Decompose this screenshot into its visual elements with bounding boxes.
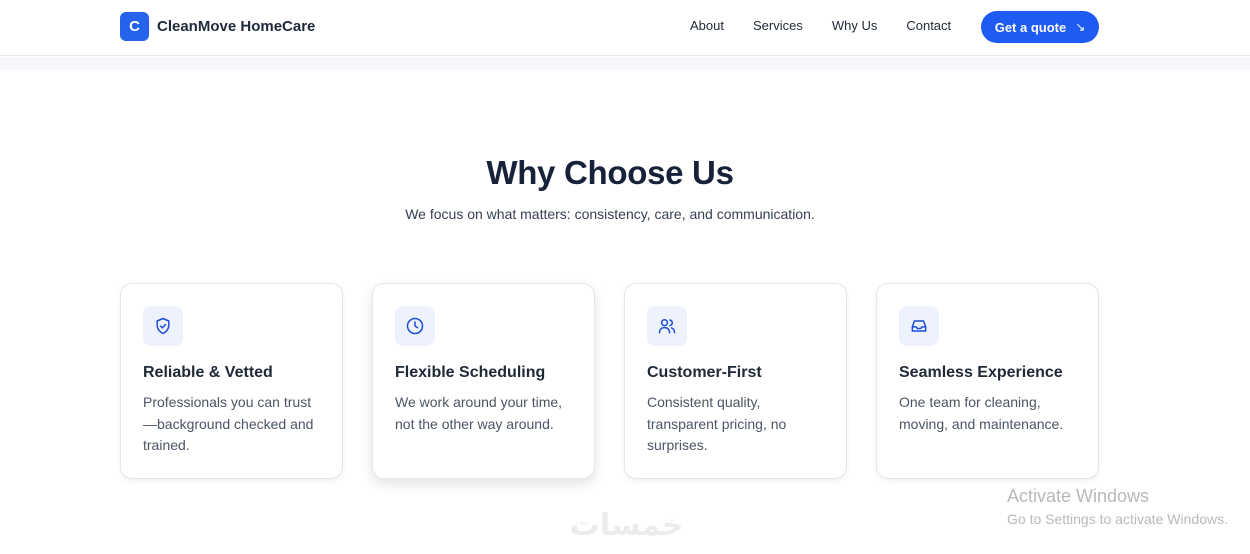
card-title: Reliable & Vetted: [143, 364, 273, 381]
shield-check-icon: [143, 306, 183, 346]
card-title: Seamless Experience: [899, 364, 1063, 381]
brand-logo[interactable]: C: [120, 12, 149, 41]
card-text: Consistent quality, transparent pricing,…: [647, 394, 787, 453]
card-text: Professionals you can trust—background c…: [143, 394, 314, 453]
card-text: We work around your time, not the other …: [395, 394, 563, 432]
activate-windows-subtitle: Go to Settings to activate Windows.: [1007, 511, 1228, 527]
section-subtitle: We focus on what matters: consistency, c…: [405, 206, 815, 222]
feature-card-reliable: Reliable & Vetted Professionals you can …: [120, 283, 343, 479]
feature-card-scheduling: Flexible Scheduling We work around your …: [372, 283, 595, 479]
hero-band: [0, 57, 1250, 70]
card-title: Customer-First: [647, 364, 762, 381]
users-icon: [647, 306, 687, 346]
feature-card-customer-first: Customer-First Consistent quality, trans…: [624, 283, 847, 479]
card-text: One team for cleaning, moving, and maint…: [899, 394, 1064, 432]
get-a-quote-button[interactable]: Get a quote ↘: [981, 11, 1099, 43]
brand[interactable]: C CleanMove HomeCare: [120, 12, 315, 41]
site-watermark: خمسات: [569, 509, 684, 542]
arrow-down-right-icon: ↘: [1075, 20, 1086, 34]
nav-link-why-us[interactable]: Why Us: [832, 18, 878, 33]
section-title: Why Choose Us: [486, 154, 734, 191]
nav-link-contact[interactable]: Contact: [906, 18, 951, 33]
brand-name[interactable]: CleanMove HomeCare: [157, 18, 315, 35]
top-navbar: C CleanMove HomeCare About Services Why …: [0, 0, 1250, 56]
card-title: Flexible Scheduling: [395, 364, 546, 381]
activate-windows-title: Activate Windows: [1007, 486, 1150, 506]
nav-link-about[interactable]: About: [690, 18, 724, 33]
inbox-icon: [899, 306, 939, 346]
feature-card-seamless: Seamless Experience One team for cleanin…: [876, 283, 1099, 479]
nav-links: About Services Why Us Contact: [690, 18, 980, 33]
nav-link-services[interactable]: Services: [753, 18, 803, 33]
clock-icon: [395, 306, 435, 346]
cta-label: Get a quote: [994, 19, 1067, 35]
